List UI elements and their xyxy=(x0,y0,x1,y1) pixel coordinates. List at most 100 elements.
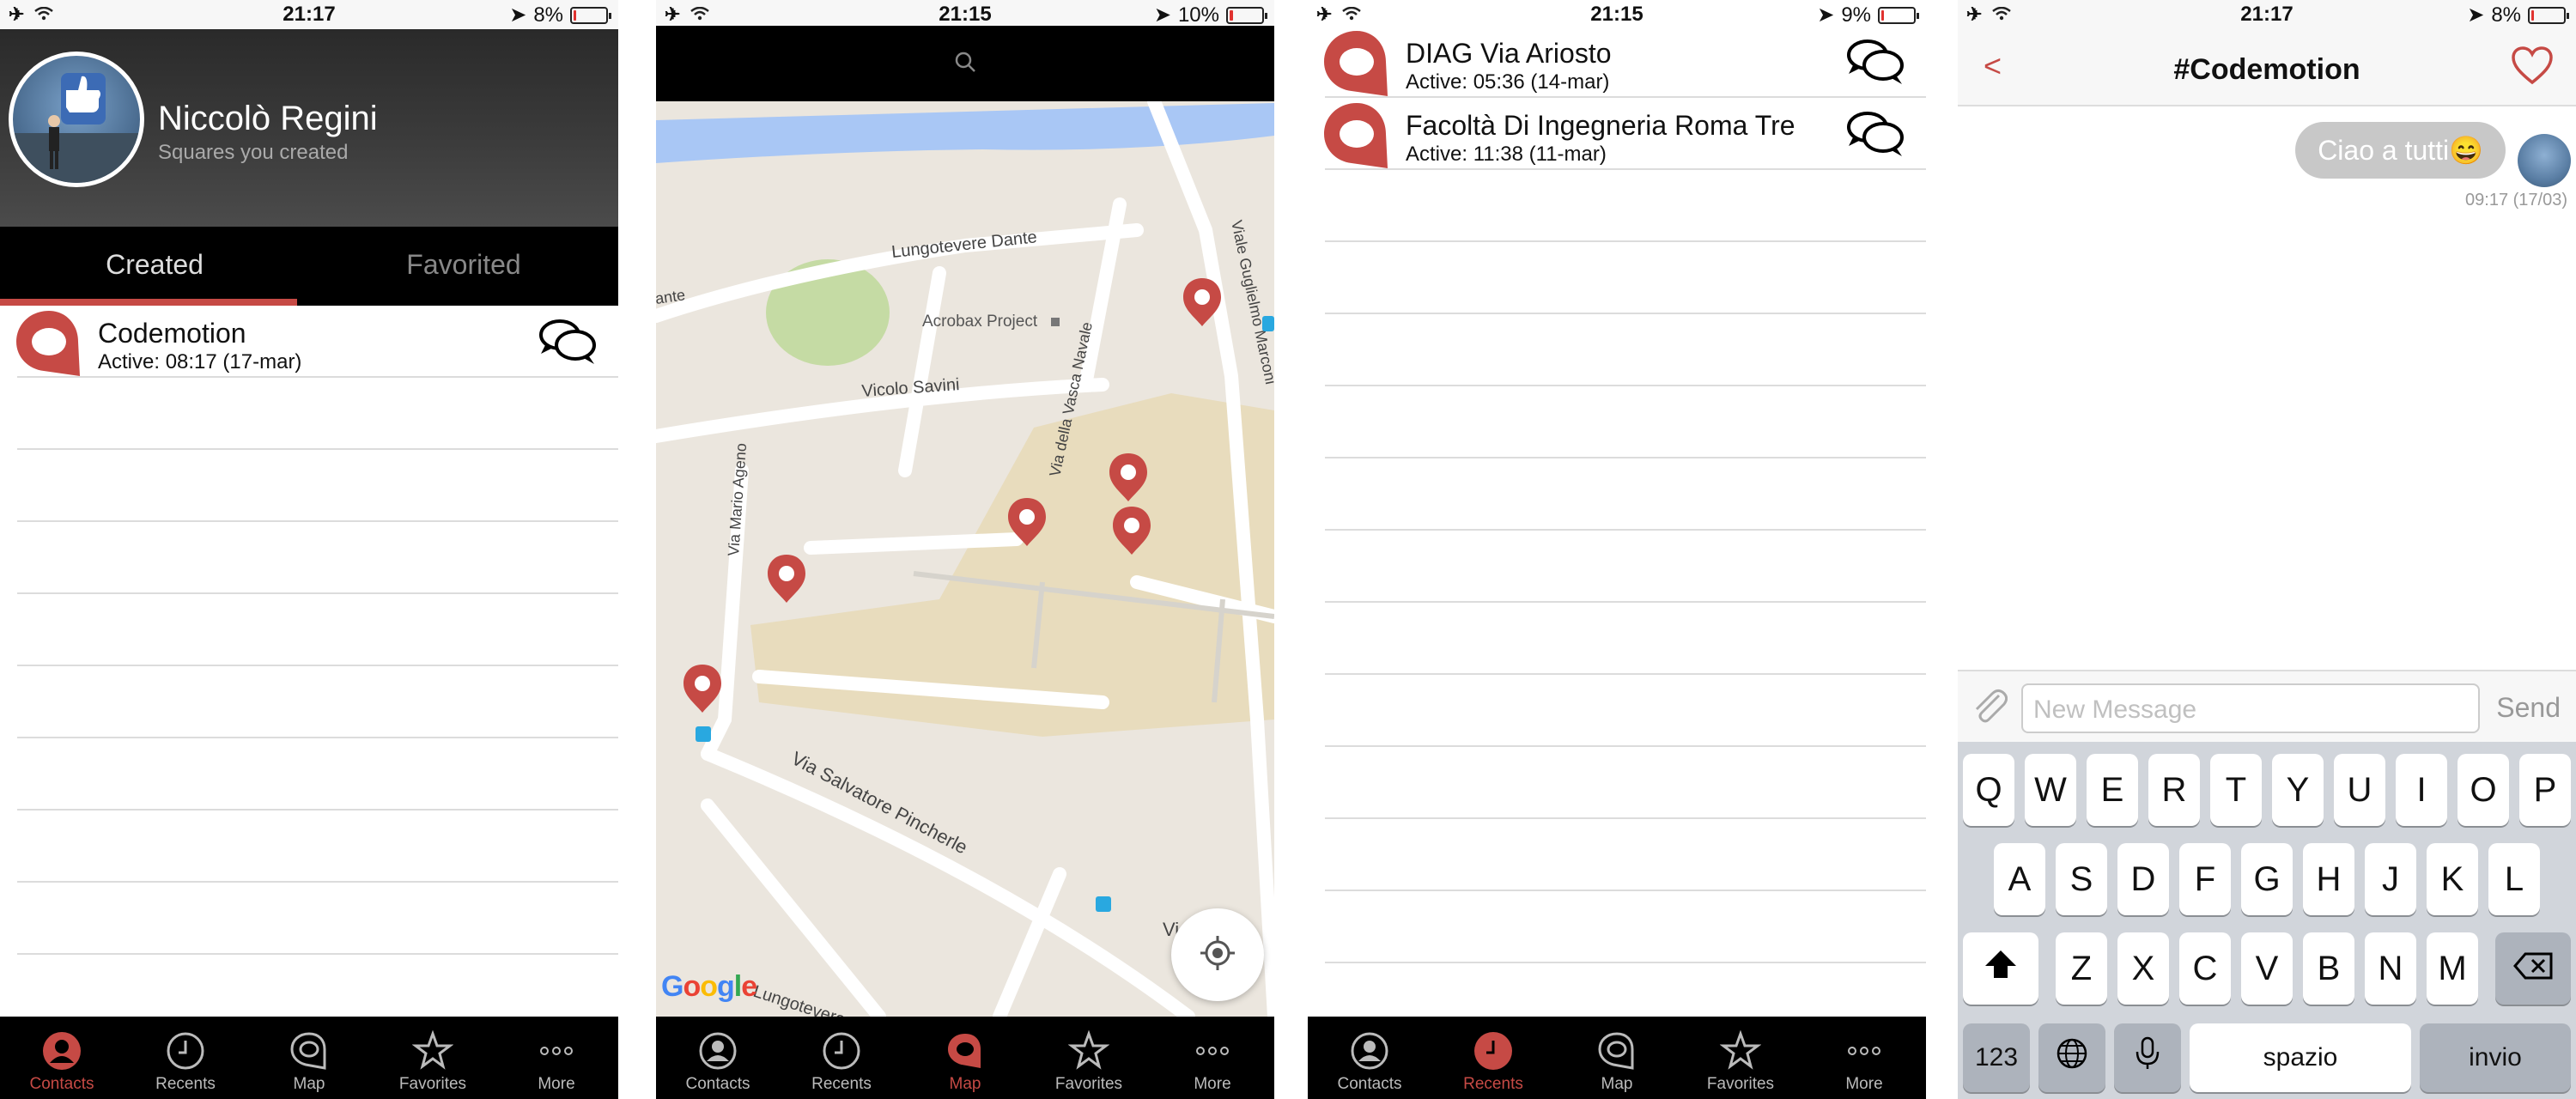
tab-label: More xyxy=(1194,1075,1231,1093)
locate-me-button[interactable] xyxy=(1171,908,1264,1001)
profile-name: Niccolò Regini xyxy=(158,100,378,137)
microphone-key[interactable] xyxy=(2114,1023,2181,1092)
tab-contacts[interactable]: Contacts xyxy=(0,1017,124,1099)
location-arrow-icon: ➤ xyxy=(1153,3,1171,27)
globe-icon xyxy=(2056,1037,2088,1078)
screen-chat: ✈ 21:17 ➤ 8% < #Codemotion Ciao a tutti😄… xyxy=(1958,0,2576,1099)
map-pin-icon xyxy=(289,1030,330,1072)
shift-key[interactable] xyxy=(1963,932,2038,1005)
tab-map[interactable]: Map xyxy=(903,1017,1027,1099)
tab-recents[interactable]: Recents xyxy=(124,1017,247,1099)
key[interactable]: X xyxy=(2117,932,2169,1005)
key[interactable]: P xyxy=(2519,754,2571,826)
chat-nav-bar: < #Codemotion xyxy=(1958,29,2576,106)
empty-row xyxy=(17,738,618,811)
numbers-key[interactable]: 123 xyxy=(1963,1023,2030,1092)
key[interactable]: S xyxy=(2056,843,2107,915)
key[interactable]: K xyxy=(2427,843,2478,915)
avatar[interactable] xyxy=(2518,134,2571,187)
tab-contacts[interactable]: Contacts xyxy=(1308,1017,1431,1099)
tab-map[interactable]: Map xyxy=(247,1017,371,1099)
message-bubble[interactable]: Ciao a tutti😄 xyxy=(2295,122,2506,179)
message-input[interactable]: New Message xyxy=(2021,683,2480,733)
space-key[interactable]: spazio xyxy=(2190,1023,2411,1092)
square-active-time: Active: 05:36 (14-mar) xyxy=(1406,70,1610,94)
segment-favorited[interactable]: Favorited xyxy=(309,227,618,306)
tab-contacts[interactable]: Contacts xyxy=(656,1017,780,1099)
tab-label: Favorites xyxy=(398,1075,467,1093)
clock-icon xyxy=(821,1030,862,1072)
map-label: Lungotevere xyxy=(750,982,848,1017)
battery-percent: 9% xyxy=(1841,3,1871,27)
empty-row xyxy=(17,811,618,883)
key[interactable]: F xyxy=(2179,843,2231,915)
key[interactable]: J xyxy=(2365,843,2416,915)
battery-percent: 8% xyxy=(2491,3,2521,27)
key[interactable]: E xyxy=(2087,754,2138,826)
battery-percent: 10% xyxy=(1177,3,1219,27)
square-pin-icon xyxy=(13,307,85,384)
more-dots-icon xyxy=(536,1030,577,1072)
tab-favorites[interactable]: Favorites xyxy=(1027,1017,1151,1099)
empty-row xyxy=(17,883,618,955)
chat-bubbles-icon[interactable] xyxy=(1845,36,1905,92)
battery-icon xyxy=(1878,6,1919,24)
key[interactable]: Y xyxy=(2272,754,2324,826)
send-button[interactable]: Send xyxy=(2496,692,2561,724)
list-item[interactable]: DIAG Via Ariosto Active: 05:36 (14-mar) xyxy=(1324,26,1926,98)
tab-favorites[interactable]: Favorites xyxy=(371,1017,495,1099)
tab-label: Map xyxy=(293,1075,325,1093)
key[interactable]: U xyxy=(2334,754,2385,826)
segment-created[interactable]: Created xyxy=(0,227,309,306)
status-bar: ✈ 21:17 ➤ 8% xyxy=(1958,0,2576,29)
tab-more[interactable]: More xyxy=(1802,1017,1926,1099)
key[interactable]: Q xyxy=(1963,754,2014,826)
chat-bubbles-icon[interactable] xyxy=(1845,108,1905,164)
tab-recents[interactable]: Recents xyxy=(1431,1017,1555,1099)
key[interactable]: I xyxy=(2396,754,2447,826)
tab-favorites[interactable]: Favorites xyxy=(1679,1017,1802,1099)
list-item[interactable]: Codemotion Active: 08:17 (17-mar) xyxy=(16,306,618,378)
google-logo: Google xyxy=(661,970,757,1003)
key[interactable]: H xyxy=(2303,843,2354,915)
list-item[interactable]: Facoltà Di Ingegneria Roma Tre Active: 1… xyxy=(1324,98,1926,170)
key[interactable]: R xyxy=(2148,754,2200,826)
tab-recents[interactable]: Recents xyxy=(780,1017,903,1099)
more-dots-icon xyxy=(1844,1030,1885,1072)
map-view[interactable]: Lungotevere Dante Acrobax Project Vicolo… xyxy=(656,101,1274,1017)
chat-bubbles-icon[interactable] xyxy=(538,316,598,372)
tab-map[interactable]: Map xyxy=(1555,1017,1679,1099)
battery-fill xyxy=(1230,9,1233,21)
shift-icon xyxy=(1984,949,2018,988)
tab-label: Map xyxy=(949,1075,981,1093)
key[interactable]: D xyxy=(2117,843,2169,915)
globe-key[interactable] xyxy=(2038,1023,2105,1092)
status-right: ➤ 8% xyxy=(509,3,611,27)
paperclip-icon[interactable] xyxy=(1970,687,2008,729)
key[interactable]: M xyxy=(2427,932,2478,1005)
key[interactable]: N xyxy=(2365,932,2416,1005)
profile-header: Niccolò Regini Squares you created xyxy=(0,29,618,227)
more-dots-icon xyxy=(1192,1030,1233,1072)
empty-row xyxy=(1325,891,1926,963)
backspace-key[interactable] xyxy=(2495,932,2571,1005)
tab-more[interactable]: More xyxy=(1151,1017,1274,1099)
key[interactable]: T xyxy=(2210,754,2262,826)
heart-icon[interactable] xyxy=(2511,46,2554,90)
key[interactable]: Z xyxy=(2056,932,2107,1005)
key[interactable]: G xyxy=(2241,843,2293,915)
tab-more[interactable]: More xyxy=(495,1017,618,1099)
key[interactable]: A xyxy=(1994,843,2045,915)
key[interactable]: B xyxy=(2303,932,2354,1005)
clock-icon xyxy=(165,1030,206,1072)
key[interactable]: C xyxy=(2179,932,2231,1005)
avatar[interactable] xyxy=(9,52,144,187)
empty-row xyxy=(1325,819,1926,891)
battery-fill xyxy=(2531,9,2534,21)
map-search-bar[interactable] xyxy=(656,26,1274,101)
return-key[interactable]: invio xyxy=(2420,1023,2571,1092)
key[interactable]: W xyxy=(2025,754,2076,826)
key[interactable]: O xyxy=(2458,754,2509,826)
key[interactable]: V xyxy=(2241,932,2293,1005)
key[interactable]: L xyxy=(2488,843,2540,915)
